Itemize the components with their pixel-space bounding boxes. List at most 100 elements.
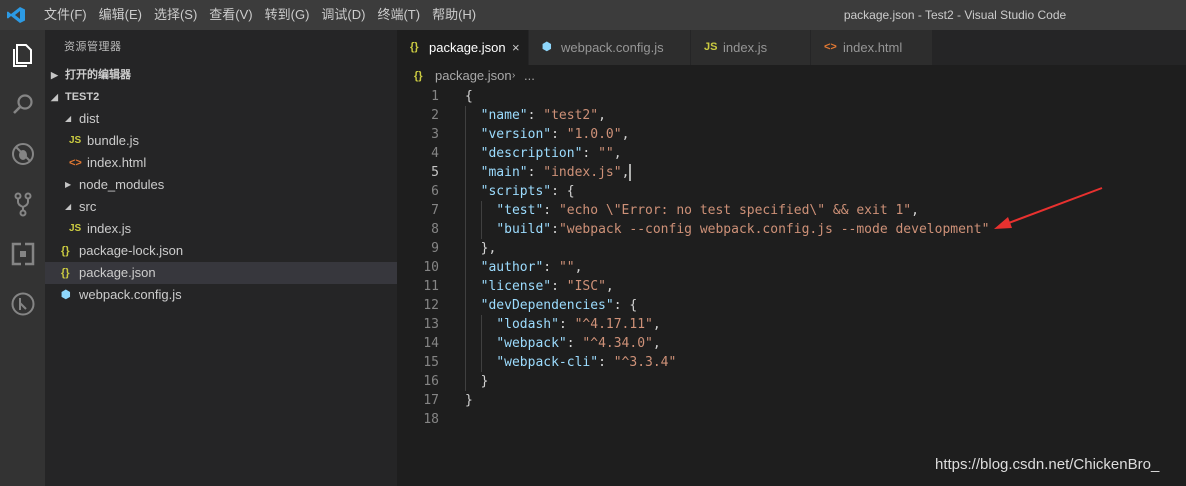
json-punctuation: } xyxy=(465,374,489,389)
tree-item-label: package-lock.json xyxy=(79,243,184,258)
folder-item[interactable]: ◢ dist xyxy=(45,108,397,130)
tab-index-html[interactable]: <> index.html xyxy=(811,30,933,65)
json-punctuation: : xyxy=(551,279,567,294)
chevron-right-icon: › xyxy=(512,70,516,81)
tab-index-js[interactable]: JS index.js xyxy=(691,30,811,65)
breadcrumb-symbols[interactable]: ... xyxy=(524,65,535,87)
vscode-logo-icon xyxy=(7,7,25,23)
json-punctuation: : xyxy=(566,336,583,351)
file-item[interactable]: {} package.json xyxy=(45,262,397,284)
webpack-file-icon: ⬢ xyxy=(61,289,71,301)
breadcrumb-file[interactable]: package.json xyxy=(435,65,512,87)
js-file-icon: JS xyxy=(69,223,82,234)
code-line: 2 "name": "test2", xyxy=(397,106,1186,125)
json-punctuation: : xyxy=(543,203,559,218)
json-punctuation: { xyxy=(465,89,473,104)
tab-package-json[interactable]: {} package.json × xyxy=(397,30,529,65)
text-cursor xyxy=(629,164,632,181)
json-punctuation xyxy=(465,127,481,142)
json-string: "" xyxy=(598,146,614,161)
json-key: "description" xyxy=(480,146,583,161)
json-string: "" xyxy=(558,260,575,275)
json-punctuation xyxy=(465,222,496,237)
json-punctuation xyxy=(465,355,496,370)
json-punctuation: : { xyxy=(551,184,575,199)
code-line: 9 }, xyxy=(397,239,1186,258)
menu-item[interactable]: 选择(S) xyxy=(148,0,203,30)
menu-bar: 文件(F) 编辑(E) 选择(S) 查看(V) 转到(G) 调试(D) 终端(T) 帮助(H) xyxy=(38,0,482,30)
file-item[interactable]: JS index.js xyxy=(45,218,397,240)
chevron-down-icon: ◢ xyxy=(65,114,72,123)
json-punctuation: , xyxy=(652,317,661,332)
line-text: "devDependencies": { xyxy=(465,296,638,315)
menu-item[interactable]: 编辑(E) xyxy=(93,0,148,30)
section-label: TEST2 xyxy=(65,91,100,103)
json-punctuation: : xyxy=(558,317,575,332)
code-line: 1{ xyxy=(397,87,1186,106)
file-item[interactable]: {} package-lock.json xyxy=(45,240,397,262)
json-key: "main" xyxy=(480,165,528,180)
extensions-icon[interactable] xyxy=(0,234,45,274)
line-text: "description": "", xyxy=(465,144,622,163)
menu-item[interactable]: 终端(T) xyxy=(371,0,426,30)
source-control-icon[interactable] xyxy=(0,184,45,224)
file-item[interactable]: ⬢ webpack.config.js xyxy=(45,284,397,306)
line-number: 1 xyxy=(431,89,439,104)
files-icon[interactable] xyxy=(0,35,45,75)
json-punctuation xyxy=(465,203,496,218)
menu-item[interactable]: 帮助(H) xyxy=(426,0,482,30)
line-text: } xyxy=(465,372,489,391)
menu-item[interactable]: 转到(G) xyxy=(259,0,316,30)
json-punctuation xyxy=(465,146,481,161)
folder-item[interactable]: ▶ node_modules xyxy=(45,174,397,196)
search-icon[interactable] xyxy=(0,85,45,125)
json-key: "lodash" xyxy=(496,317,559,332)
tree-item-label: node_modules xyxy=(79,177,165,192)
json-file-icon: {} xyxy=(61,267,70,279)
line-text: } xyxy=(465,391,473,410)
annotation-arrow xyxy=(994,187,1103,229)
debug-icon[interactable] xyxy=(0,134,45,174)
explorer-sidebar: 资源管理器 ▶ 打开的编辑器 ◢ TEST2 ◢ dist JS bundle.js <… xyxy=(45,30,397,486)
json-string: "^4.34.0" xyxy=(582,336,653,351)
json-punctuation: : xyxy=(551,222,559,237)
json-punctuation: , xyxy=(613,146,622,161)
line-number: 15 xyxy=(423,355,439,370)
html-file-icon: <> xyxy=(824,41,837,53)
project-section[interactable]: ◢ TEST2 xyxy=(45,86,397,108)
remote-icon[interactable] xyxy=(0,284,45,324)
line-number: 12 xyxy=(423,298,439,313)
tree-item-label: index.js xyxy=(87,221,132,236)
json-punctuation xyxy=(465,298,481,313)
open-editors-section[interactable]: ▶ 打开的编辑器 xyxy=(45,64,397,86)
json-key: "author" xyxy=(480,260,544,275)
line-text: "license": "ISC", xyxy=(465,277,614,296)
json-punctuation: } xyxy=(465,393,473,408)
line-number: 16 xyxy=(423,374,439,389)
json-punctuation: , xyxy=(574,260,583,275)
json-key: "version" xyxy=(480,127,552,142)
line-text: "scripts": { xyxy=(465,182,575,201)
menu-item[interactable]: 文件(F) xyxy=(38,0,93,30)
menu-item[interactable]: 调试(D) xyxy=(315,0,371,30)
file-item[interactable]: <> index.html xyxy=(45,152,397,174)
json-string: "test2" xyxy=(543,108,599,123)
tab-label: package.json xyxy=(429,40,506,55)
code-line: 15 "webpack-cli": "^3.3.4" xyxy=(397,353,1186,372)
json-key: "license" xyxy=(480,279,552,294)
close-icon[interactable]: × xyxy=(512,30,520,65)
file-item[interactable]: JS bundle.js xyxy=(45,130,397,152)
line-number: 10 xyxy=(423,260,439,275)
folder-item[interactable]: ◢ src xyxy=(45,196,397,218)
tab-webpack-config-js[interactable]: ⬢ webpack.config.js xyxy=(529,30,691,65)
menu-item[interactable]: 查看(V) xyxy=(203,0,258,30)
line-text: "author": "", xyxy=(465,258,583,277)
code-editor[interactable]: 1{2 "name": "test2", 3 "version": "1.0.0"… xyxy=(397,87,1186,486)
json-punctuation: : xyxy=(551,127,567,142)
js-file-icon: JS xyxy=(69,135,82,146)
json-punctuation: : { xyxy=(613,298,638,313)
code-line: 3 "version": "1.0.0", xyxy=(397,125,1186,144)
json-punctuation: : xyxy=(543,260,559,275)
chevron-right-icon: ▶ xyxy=(51,70,58,80)
code-line: 10 "author": "", xyxy=(397,258,1186,277)
